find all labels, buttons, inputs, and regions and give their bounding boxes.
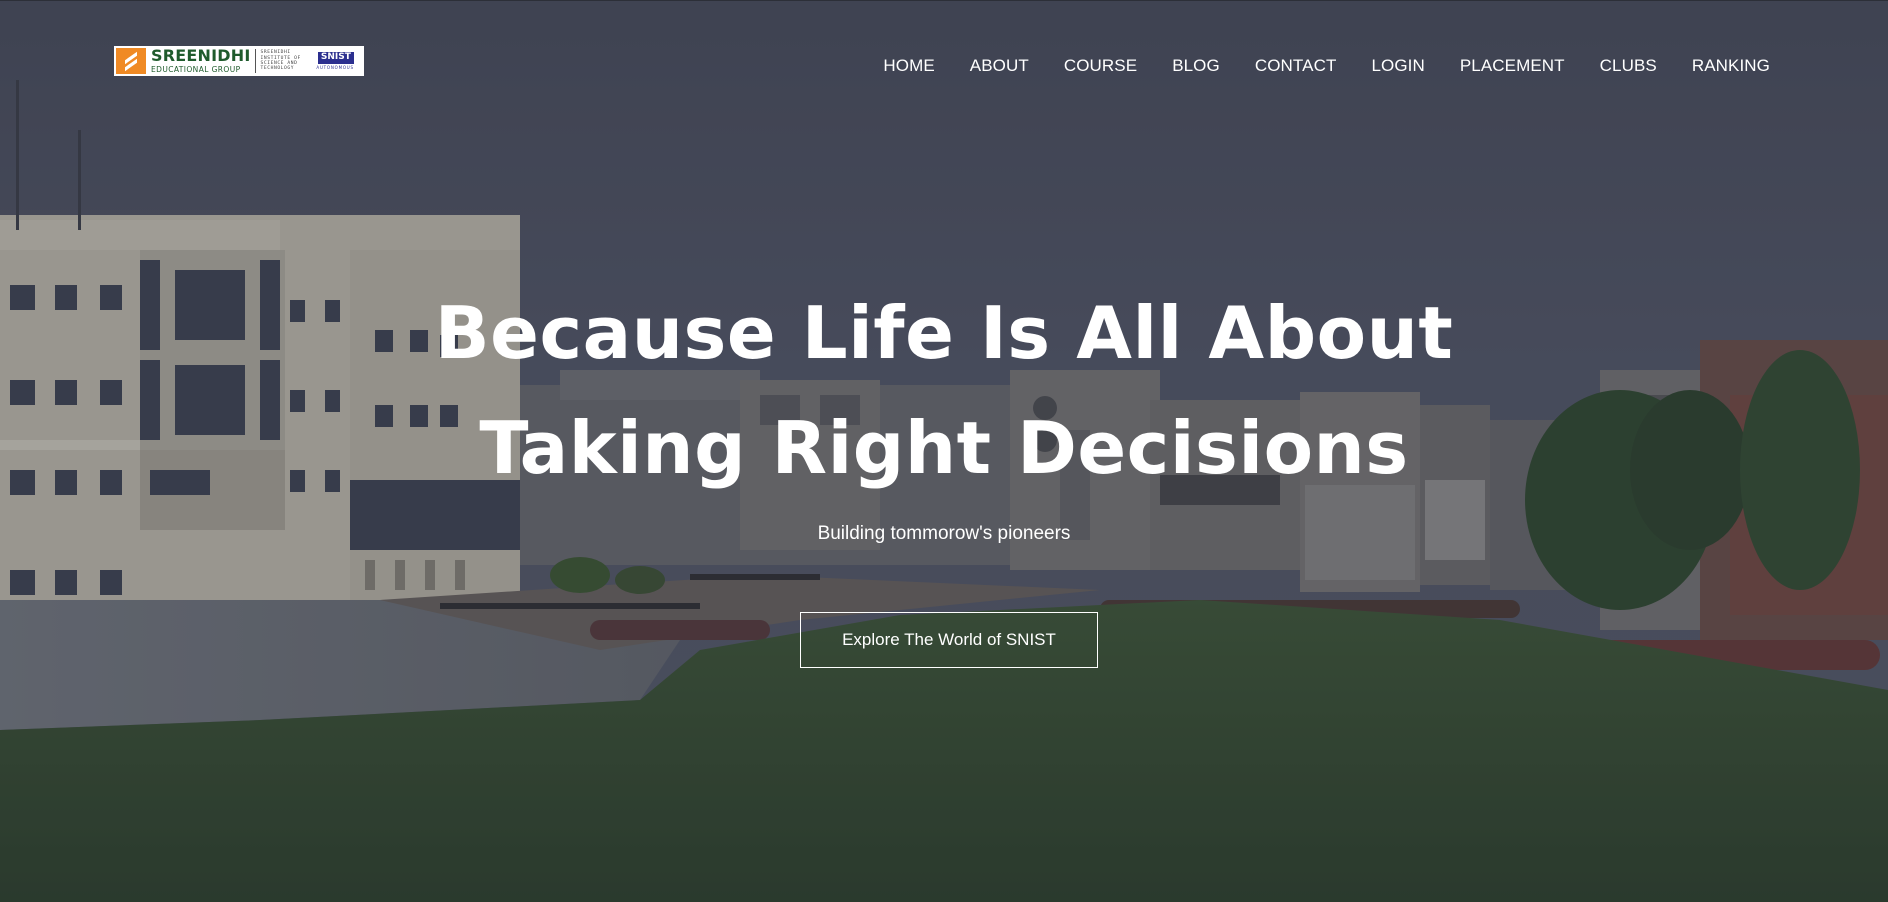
logo-subtitle: EDUCATIONAL GROUP bbox=[151, 65, 241, 75]
main-navigation: HOME ABOUT COURSE BLOG CONTACT LOGIN PLA… bbox=[848, 56, 1770, 76]
nav-contact[interactable]: CONTACT bbox=[1255, 56, 1337, 76]
hero-section: SREENIDHI EDUCATIONAL GROUP SREENIDHI IN… bbox=[0, 0, 1888, 902]
nav-course[interactable]: COURSE bbox=[1064, 56, 1137, 76]
hero-headline: Because Life Is All About Taking Right D… bbox=[0, 276, 1888, 506]
nav-login[interactable]: LOGIN bbox=[1371, 56, 1424, 76]
snist-badge-label: SNIST bbox=[317, 52, 354, 64]
nav-home[interactable]: HOME bbox=[883, 56, 934, 76]
snist-badge: SNIST AUTONOMOUS bbox=[303, 49, 354, 73]
logo-divider bbox=[255, 49, 257, 73]
sreenidhi-emblem-icon bbox=[116, 48, 146, 74]
logo-wordmark: SREENIDHI EDUCATIONAL GROUP bbox=[151, 48, 250, 74]
logo-institute-line: TECHNOLOGY bbox=[260, 66, 295, 72]
nav-placement[interactable]: PLACEMENT bbox=[1460, 56, 1565, 76]
nav-ranking[interactable]: RANKING bbox=[1692, 56, 1770, 76]
headline-line-2: Taking Right Decisions bbox=[479, 406, 1409, 490]
sreenidhi-logo[interactable]: SREENIDHI EDUCATIONAL GROUP SREENIDHI IN… bbox=[114, 46, 364, 76]
nav-blog[interactable]: BLOG bbox=[1172, 56, 1220, 76]
headline-line-1: Because Life Is All About bbox=[434, 291, 1454, 375]
logo-name: SREENIDHI bbox=[151, 46, 251, 66]
nav-clubs[interactable]: CLUBS bbox=[1600, 56, 1657, 76]
hero-tagline: Building tommorow's pioneers bbox=[817, 523, 1071, 544]
nav-about[interactable]: ABOUT bbox=[970, 56, 1029, 76]
logo-institute-text: SREENIDHI INSTITUTE OF SCIENCE AND TECHN… bbox=[260, 50, 300, 71]
explore-snist-button[interactable]: Explore The World of SNIST bbox=[800, 612, 1098, 668]
snist-badge-sub: AUTONOMOUS bbox=[316, 64, 354, 70]
top-border bbox=[0, 0, 1888, 1]
